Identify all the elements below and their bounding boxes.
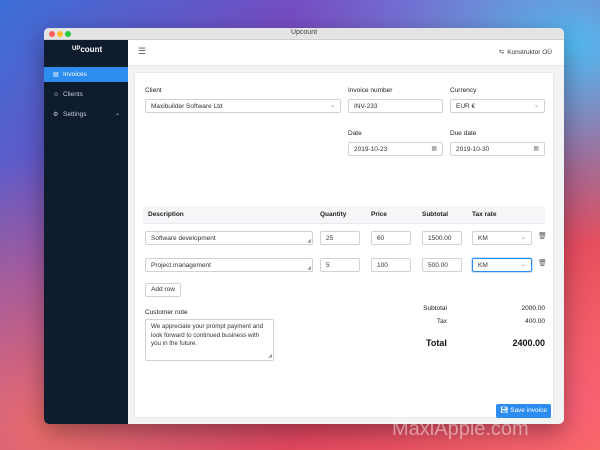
row-quantity-value: 5 bbox=[326, 262, 330, 269]
row-subtotal-value: 1500.00 bbox=[428, 235, 452, 242]
customer-note-label: Customer note bbox=[145, 309, 188, 316]
sidebar-item-label: Invoices bbox=[63, 71, 87, 78]
resize-handle-icon[interactable]: ◢ bbox=[307, 265, 311, 271]
row-subtotal-input[interactable]: 500.00 bbox=[422, 258, 462, 272]
customer-note-textarea[interactable]: We appreciate your prompt payment and lo… bbox=[145, 319, 274, 361]
column-header-description: Description bbox=[148, 211, 184, 218]
sidebar: UPcount ▤ Invoices ☺ Clients ⚙ Settings ⌄ bbox=[44, 40, 128, 424]
company-name: Konstruktor OÜ bbox=[507, 49, 552, 56]
currency-label: Currency bbox=[450, 87, 477, 94]
window-title: Upcount bbox=[290, 29, 318, 36]
title-bar: Upcount bbox=[44, 28, 564, 40]
watermark: MaxiApple.com bbox=[392, 418, 529, 440]
total-label: Total bbox=[426, 338, 447, 348]
client-select[interactable]: Maxibuilder Software Ltd ⌄ bbox=[145, 99, 341, 113]
row-price-value: 60 bbox=[377, 235, 385, 242]
row-subtotal-value: 500.00 bbox=[428, 262, 448, 269]
users-icon: ☺ bbox=[53, 92, 60, 98]
row-tax-select[interactable]: KM ⌄ bbox=[472, 231, 532, 245]
due-date-picker[interactable]: 2019-10-30 ▦ bbox=[450, 142, 545, 156]
row-tax-value: KM bbox=[478, 262, 488, 269]
save-icon: 💾︎ bbox=[500, 407, 509, 414]
invoice-number-input[interactable]: INV-233 bbox=[348, 99, 443, 113]
client-label: Client bbox=[145, 87, 162, 94]
document-icon: ▤ bbox=[53, 72, 59, 78]
date-value: 2019-10-23 bbox=[354, 146, 388, 153]
row-quantity-input[interactable]: 25 bbox=[320, 231, 360, 245]
row-subtotal-input[interactable]: 1500.00 bbox=[422, 231, 462, 245]
currency-select[interactable]: EUR € ⌄ bbox=[450, 99, 545, 113]
row-price-input[interactable]: 100 bbox=[371, 258, 411, 272]
row-price-value: 100 bbox=[377, 262, 388, 269]
menu-toggle-icon[interactable]: ☰ bbox=[138, 46, 146, 57]
date-picker[interactable]: 2019-10-23 ▦ bbox=[348, 142, 443, 156]
column-header-tax-rate: Tax rate bbox=[472, 211, 497, 218]
resize-handle-icon[interactable]: ◢ bbox=[268, 352, 272, 361]
row-description-input[interactable]: Software development ◢ bbox=[145, 231, 313, 245]
row-quantity-input[interactable]: 5 bbox=[320, 258, 360, 272]
row-tax-select[interactable]: KM ⌄ bbox=[472, 258, 532, 272]
row-price-input[interactable]: 60 bbox=[371, 231, 411, 245]
subtotal-value: 2000.00 bbox=[521, 305, 546, 312]
app-logo: UPcount bbox=[72, 45, 102, 54]
row-quantity-value: 25 bbox=[326, 235, 334, 242]
company-switcher[interactable]: ⇆ Konstruktor OÜ bbox=[499, 48, 552, 56]
invoice-number-label: Invoice number bbox=[348, 87, 393, 94]
delete-row-icon[interactable]: 🗑 bbox=[538, 232, 547, 240]
invoice-form-card: Client Maxibuilder Software Ltd ⌄ Invoic… bbox=[134, 72, 554, 418]
row-tax-value: KM bbox=[478, 235, 488, 242]
customer-note-text: We appreciate your prompt payment and lo… bbox=[151, 323, 264, 347]
resize-handle-icon[interactable]: ◢ bbox=[307, 238, 311, 244]
sidebar-item-label: Settings bbox=[63, 111, 87, 118]
due-date-value: 2019-10-30 bbox=[456, 146, 490, 153]
gear-icon: ⚙ bbox=[53, 112, 59, 118]
due-date-label: Due date bbox=[450, 130, 477, 137]
app-window: Upcount UPcount ▤ Invoices ☺ Clients ⚙ Sett… bbox=[44, 28, 564, 424]
chevron-down-icon: ⌄ bbox=[114, 111, 120, 117]
calendar-icon: ▦ bbox=[431, 146, 437, 152]
row-description-value: Project management bbox=[151, 262, 211, 269]
currency-value: EUR € bbox=[456, 103, 476, 110]
row-description-input[interactable]: Project management ◢ bbox=[145, 258, 313, 272]
calendar-icon: ▦ bbox=[533, 146, 539, 152]
column-header-subtotal: Subtotal bbox=[422, 211, 448, 218]
tax-label: Tax bbox=[436, 318, 447, 325]
subtotal-label: Subtotal bbox=[423, 305, 447, 312]
row-description-value: Software development bbox=[151, 235, 216, 242]
column-header-quantity: Quantity bbox=[320, 211, 347, 218]
delete-row-icon[interactable]: 🗑 bbox=[538, 259, 547, 267]
invoice-number-value: INV-233 bbox=[354, 103, 378, 110]
save-invoice-label: Save invoice bbox=[510, 407, 547, 414]
chevron-down-icon: ⌄ bbox=[533, 103, 539, 109]
tax-value: 400.00 bbox=[525, 318, 545, 325]
chevron-down-icon: ⌄ bbox=[329, 103, 335, 109]
sidebar-item-settings[interactable]: ⚙ Settings ⌄ bbox=[44, 107, 128, 122]
date-label: Date bbox=[348, 130, 362, 137]
save-invoice-button[interactable]: 💾︎ Save invoice bbox=[496, 404, 551, 418]
client-value: Maxibuilder Software Ltd bbox=[151, 103, 223, 110]
swap-icon: ⇆ bbox=[498, 49, 505, 56]
sidebar-item-invoices[interactable]: ▤ Invoices bbox=[44, 67, 128, 82]
column-header-price: Price bbox=[371, 211, 387, 218]
line-items-header: Description Quantity Price Subtotal Tax … bbox=[143, 206, 545, 224]
top-bar: ☰ ⇆ Konstruktor OÜ bbox=[128, 40, 564, 66]
add-row-button[interactable]: Add row bbox=[145, 283, 181, 297]
chevron-down-icon: ⌄ bbox=[520, 262, 526, 268]
sidebar-item-clients[interactable]: ☺ Clients bbox=[44, 87, 128, 102]
total-value: 2400.00 bbox=[512, 338, 545, 348]
sidebar-item-label: Clients bbox=[63, 91, 83, 98]
chevron-down-icon: ⌄ bbox=[520, 235, 526, 241]
logo-text: count bbox=[80, 45, 103, 54]
